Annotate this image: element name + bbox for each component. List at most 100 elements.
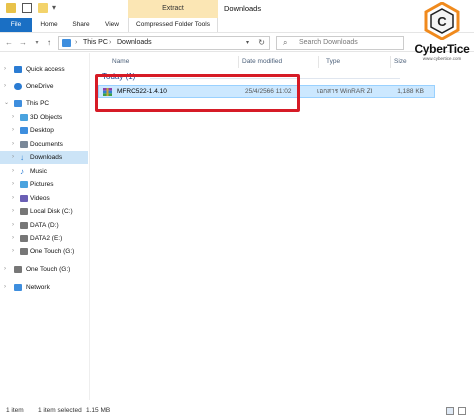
sidebar-item-label: DATA2 (E:) [30,235,63,242]
chevron-right-icon[interactable]: › [12,245,14,258]
chevron-right-icon[interactable]: › [12,192,14,205]
chevron-right-icon[interactable]: › [12,124,14,137]
cloud-icon [14,83,22,90]
forward-arrow-icon[interactable]: → [18,37,28,49]
back-arrow-icon[interactable]: ← [4,37,14,49]
column-divider[interactable] [390,56,391,68]
folder-icon[interactable] [6,3,16,13]
tab-file[interactable]: File [0,18,32,32]
sidebar-item-label: Quick access [26,66,65,73]
sidebar-item-documents[interactable]: › Documents [0,138,88,151]
red-highlight-box [95,74,300,112]
tab-compressed-folder-tools[interactable]: Compressed Folder Tools [128,18,218,32]
breadcrumb-this-pc[interactable]: This PC [83,37,108,49]
file-size: 1,188 KB [397,88,424,95]
column-divider[interactable] [238,56,239,68]
refresh-icon[interactable]: ↻ [258,37,265,49]
large-icons-view-icon[interactable] [458,407,466,415]
sidebar-item-onedrive[interactable]: › OneDrive [0,80,88,93]
column-divider[interactable] [318,56,319,68]
breadcrumb-downloads[interactable]: Downloads [117,37,152,49]
recent-locations-chevron-icon[interactable]: ▾ [32,37,42,49]
tab-view[interactable]: View [98,18,126,32]
sidebar-item-label: Music [30,168,47,175]
chevron-right-icon[interactable]: › [4,281,6,294]
sidebar-item-this-pc[interactable]: ⌄ This PC [0,97,88,110]
sidebar-item-label: Local Disk (C:) [30,208,73,215]
ribbon-tabs: File Home Share View Compressed Folder T… [0,18,474,32]
download-arrow-icon: ↓ [20,153,24,162]
sidebar-item-one-touch-g-root[interactable]: › One Touch (G:) [0,263,88,276]
chevron-right-icon[interactable]: › [12,151,14,164]
sidebar-item-downloads[interactable]: › ↓ Downloads [0,151,88,164]
chevron-right-icon[interactable]: › [4,80,6,93]
chevron-right-icon[interactable]: › [12,138,14,151]
breadcrumb-separator-icon[interactable]: › [75,37,77,49]
tab-home[interactable]: Home [34,18,64,32]
address-dropdown-icon[interactable]: ▾ [246,37,249,49]
chevron-right-icon[interactable]: › [12,205,14,218]
address-row: ← → ▾ ↑ › This PC › Downloads ▾ ↻ ⌕ Sear… [0,32,474,52]
video-icon [20,195,28,202]
sidebar-item-label: DATA (D:) [30,222,59,229]
drive-icon [20,222,28,229]
sidebar-item-music[interactable]: › ♪ Music [0,165,88,178]
sidebar-item-label: Desktop [30,127,54,134]
chevron-right-icon[interactable]: › [12,111,14,124]
search-icon: ⌕ [283,38,288,47]
chevron-right-icon[interactable]: › [12,232,14,245]
extract-context-tab[interactable]: Extract [128,0,218,18]
drive-icon [20,248,28,255]
sidebar-item-videos[interactable]: › Videos [0,192,88,205]
file-type: เอกสาร WinRAR ZIP [317,88,373,95]
sidebar-item-label: OneDrive [26,83,54,90]
chevron-right-icon[interactable]: › [12,178,14,191]
sidebar-item-label: Downloads [30,154,63,161]
new-folder-icon[interactable] [38,3,48,13]
hexagon-logo-icon: C [424,2,460,40]
drive-icon [20,235,28,242]
chevron-down-icon[interactable]: ⌄ [4,97,9,110]
network-icon [14,284,22,291]
computer-icon [62,39,71,47]
quick-access-dropdown-icon[interactable]: ▾ [52,3,56,12]
search-input[interactable]: ⌕ Search Downloads [276,36,404,50]
chevron-right-icon[interactable]: › [12,219,14,232]
chevron-right-icon[interactable]: › [12,165,14,178]
sidebar-item-local-disk-c[interactable]: › Local Disk (C:) [0,205,88,218]
column-header-date[interactable]: Date modified [242,55,282,69]
sidebar-item-3d-objects[interactable]: › 3D Objects [0,111,88,124]
search-placeholder: Search Downloads [299,39,358,46]
address-bar[interactable]: › This PC › Downloads ▾ ↻ [58,36,270,50]
sidebar-item-label: Documents [30,141,63,148]
sidebar-item-quick-access[interactable]: › Quick access [0,63,88,76]
sidebar-item-desktop[interactable]: › Desktop [0,124,88,137]
sidebar-item-pictures[interactable]: › Pictures [0,178,88,191]
breadcrumb-separator-icon[interactable]: › [109,37,111,49]
chevron-right-icon[interactable]: › [4,263,6,276]
window-title: Downloads [224,4,262,13]
sidebar-item-one-touch-g[interactable]: › One Touch (G:) [0,245,88,258]
sidebar-item-data-d[interactable]: › DATA (D:) [0,219,88,232]
desktop-icon [20,127,28,134]
logo-letter: C [437,14,447,29]
status-item-count: 1 item [6,407,24,414]
up-arrow-icon[interactable]: ↑ [44,37,54,49]
details-view-icon[interactable] [446,407,454,415]
music-note-icon: ♪ [20,167,24,176]
column-header-type[interactable]: Type [326,55,340,69]
view-toggle [446,407,468,415]
sidebar-item-data2-e[interactable]: › DATA2 (E:) [0,232,88,245]
sidebar-item-label: Network [26,284,50,291]
properties-check-icon[interactable] [22,3,32,13]
sidebar-item-label: One Touch (G:) [26,266,71,273]
sidebar-item-network[interactable]: › Network [0,281,88,294]
status-selected: 1 item selected [38,407,82,414]
drive-icon [20,208,28,215]
file-list: Name Date modified Type Size Today (1) M… [92,53,474,400]
column-header-name[interactable]: Name [112,55,129,69]
sidebar-item-label: One Touch (G:) [30,248,75,255]
column-header-size[interactable]: Size [394,55,407,69]
chevron-right-icon[interactable]: › [4,63,6,76]
tab-share[interactable]: Share [66,18,96,32]
